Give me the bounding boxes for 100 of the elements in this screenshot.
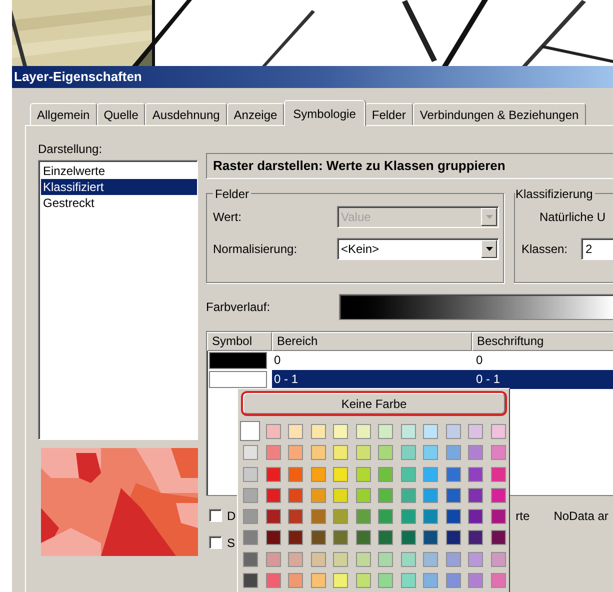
color-swatch[interactable] [356, 424, 370, 439]
color-swatch[interactable] [468, 552, 483, 567]
input-field[interactable]: 2 [581, 238, 613, 260]
color-swatch[interactable] [333, 552, 348, 567]
color-swatch[interactable] [446, 466, 460, 482]
color-swatch[interactable] [446, 509, 460, 524]
color-swatch[interactable] [310, 424, 326, 439]
color-swatch[interactable] [400, 552, 416, 567]
color-swatch[interactable] [288, 530, 303, 546]
tab[interactable]: Quelle [96, 103, 146, 125]
color-swatch[interactable] [266, 445, 280, 460]
table-cell[interactable]: 0 [472, 351, 613, 370]
color-swatch[interactable] [356, 573, 370, 588]
list-item[interactable]: Einzelwerte [41, 163, 197, 179]
color-swatch[interactable] [423, 530, 438, 546]
color-swatch[interactable] [400, 509, 416, 524]
color-swatch[interactable] [400, 530, 416, 546]
color-swatch[interactable] [333, 445, 348, 460]
color-swatch[interactable] [288, 509, 303, 524]
column-header[interactable]: Beschriftung [472, 332, 613, 351]
table-cell[interactable]: 0 - 1 [272, 370, 472, 389]
color-swatch[interactable] [446, 488, 460, 503]
color-swatch[interactable] [266, 424, 280, 439]
color-swatch[interactable] [356, 466, 370, 482]
color-swatch[interactable] [468, 424, 483, 439]
color-swatch[interactable] [266, 552, 280, 567]
color-swatch[interactable] [400, 424, 416, 439]
color-swatch[interactable] [310, 466, 326, 482]
color-swatch[interactable] [266, 509, 280, 524]
color-swatch[interactable] [333, 466, 348, 482]
color-swatch[interactable] [400, 488, 416, 503]
color-swatch[interactable] [266, 573, 280, 588]
color-swatch[interactable] [288, 466, 303, 482]
color-swatch[interactable] [243, 573, 258, 588]
color-swatch[interactable] [243, 488, 258, 503]
color-swatch[interactable] [310, 530, 326, 546]
color-swatch[interactable] [423, 573, 438, 588]
color-swatch[interactable] [288, 445, 303, 460]
color-swatch[interactable] [423, 552, 438, 567]
color-swatch[interactable] [468, 466, 483, 482]
checkbox[interactable] [209, 509, 222, 522]
color-swatch[interactable] [310, 509, 326, 524]
color-swatch[interactable] [333, 488, 348, 503]
tab[interactable]: Symbologie [284, 100, 365, 126]
color-swatch[interactable] [310, 552, 326, 567]
color-swatch[interactable] [490, 552, 506, 567]
color-swatch[interactable] [468, 573, 483, 588]
color-swatch[interactable] [400, 445, 416, 460]
color-swatch[interactable] [288, 552, 303, 567]
color-swatch[interactable] [446, 445, 460, 460]
table-cell[interactable]: 0 - 1 [472, 370, 613, 389]
no-color-button[interactable]: Keine Farbe [243, 393, 505, 414]
color-swatch[interactable] [423, 424, 438, 439]
color-swatch[interactable] [378, 445, 393, 460]
color-swatch[interactable] [266, 530, 280, 546]
color-swatch[interactable] [378, 424, 393, 439]
color-swatch[interactable] [356, 509, 370, 524]
color-swatch[interactable] [446, 573, 460, 588]
dropdown[interactable]: <Kein> [337, 238, 499, 260]
color-swatch[interactable] [468, 530, 483, 546]
color-swatch[interactable] [356, 488, 370, 503]
color-swatch[interactable] [356, 552, 370, 567]
color-swatch[interactable] [490, 530, 506, 546]
color-swatch[interactable] [333, 573, 348, 588]
color-swatch[interactable] [356, 530, 370, 546]
color-swatch[interactable] [378, 466, 393, 482]
color-swatch[interactable] [378, 509, 393, 524]
column-header[interactable]: Bereich [272, 332, 472, 351]
tab[interactable]: Felder [364, 103, 413, 125]
color-swatch[interactable] [490, 466, 506, 482]
tab[interactable]: Ausdehnung [145, 103, 227, 125]
color-swatch[interactable] [288, 488, 303, 503]
color-swatch[interactable] [378, 552, 393, 567]
color-swatch[interactable] [243, 530, 258, 546]
color-swatch[interactable] [378, 488, 393, 503]
color-swatch[interactable] [209, 371, 267, 388]
color-swatch[interactable] [378, 530, 393, 546]
color-swatch[interactable] [423, 466, 438, 482]
color-swatch[interactable] [333, 424, 348, 439]
list-item[interactable]: Gestreckt [41, 195, 197, 211]
color-swatch[interactable] [243, 509, 258, 524]
checkbox[interactable] [209, 536, 222, 549]
color-swatch[interactable] [243, 445, 258, 460]
color-swatch[interactable] [490, 445, 506, 460]
color-swatch[interactable] [356, 445, 370, 460]
color-swatch[interactable] [266, 466, 280, 482]
color-swatch[interactable] [446, 424, 460, 439]
color-swatch[interactable] [209, 352, 267, 369]
color-swatch[interactable] [243, 552, 258, 567]
color-swatch[interactable] [333, 530, 348, 546]
tab[interactable]: Verbindungen & Beziehungen [412, 103, 586, 125]
color-swatch[interactable] [446, 552, 460, 567]
column-header[interactable]: Symbol [207, 332, 272, 351]
color-swatch[interactable] [490, 424, 506, 439]
table-cell[interactable]: 0 [272, 351, 472, 370]
color-swatch[interactable] [378, 573, 393, 588]
color-swatch[interactable] [468, 509, 483, 524]
color-swatch[interactable] [490, 488, 506, 503]
list-item[interactable]: Klassifiziert [41, 179, 197, 195]
color-swatch[interactable] [490, 573, 506, 588]
